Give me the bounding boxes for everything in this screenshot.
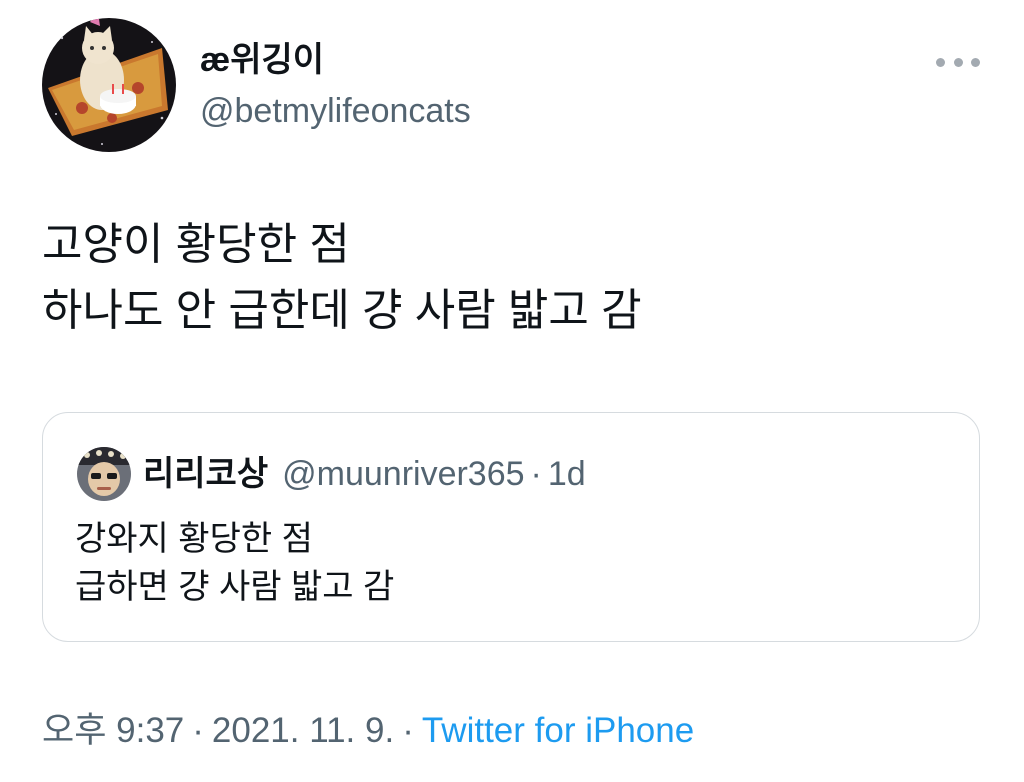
- tweet-text: 고양이 황당한 점 하나도 안 급한데 걍 사람 밟고 감: [42, 212, 982, 344]
- tweet-date[interactable]: 2021. 11. 9.: [212, 711, 394, 750]
- cat-birthday-avatar-icon: [42, 18, 176, 152]
- quote-header: 리리코상 @muunriver365 · 1d: [143, 451, 586, 497]
- more-dot: [971, 57, 980, 67]
- more-dot: [953, 57, 963, 67]
- quoted-tweet-card[interactable]: 리리코상 @muunriver365 · 1d 강와지 황당한 점 급하면 걍 사람 …: [42, 412, 980, 642]
- tweet-line: 하나도 안 급한데 걍 사람 밟고 감: [42, 286, 642, 335]
- quote-author-avatar[interactable]: [77, 447, 131, 501]
- meta-separator: ·: [192, 711, 204, 750]
- quote-text: 강와지 황당한 점 급하면 걍 사람 밟고 감: [75, 515, 394, 611]
- tweet-line: 고양이 황당한 점: [42, 220, 350, 269]
- more-options-icon[interactable]: [936, 50, 980, 74]
- quote-separator: ·: [530, 455, 542, 493]
- quote-author-name[interactable]: 리리코상: [143, 455, 268, 493]
- tweet-source-link[interactable]: Twitter for iPhone: [422, 711, 694, 750]
- quote-line: 급하면 걍 사람 밟고 감: [75, 568, 395, 606]
- quote-author-handle[interactable]: @muunriver365: [282, 455, 524, 493]
- author-handle[interactable]: @betmylifeoncats: [200, 90, 471, 132]
- author-display-name[interactable]: æ위깅이: [200, 40, 324, 80]
- tweet-time[interactable]: 오후 9:37: [42, 711, 184, 750]
- author-avatar[interactable]: [42, 18, 176, 152]
- quote-time[interactable]: 1d: [548, 455, 586, 493]
- more-dot: [936, 57, 945, 67]
- quote-line: 강와지 황당한 점: [75, 520, 313, 558]
- tweet-meta: 오후 9:37 · 2021. 11. 9. · Twitter for iPhone: [42, 708, 694, 754]
- person-avatar-icon: [77, 447, 131, 501]
- meta-separator: ·: [402, 711, 414, 750]
